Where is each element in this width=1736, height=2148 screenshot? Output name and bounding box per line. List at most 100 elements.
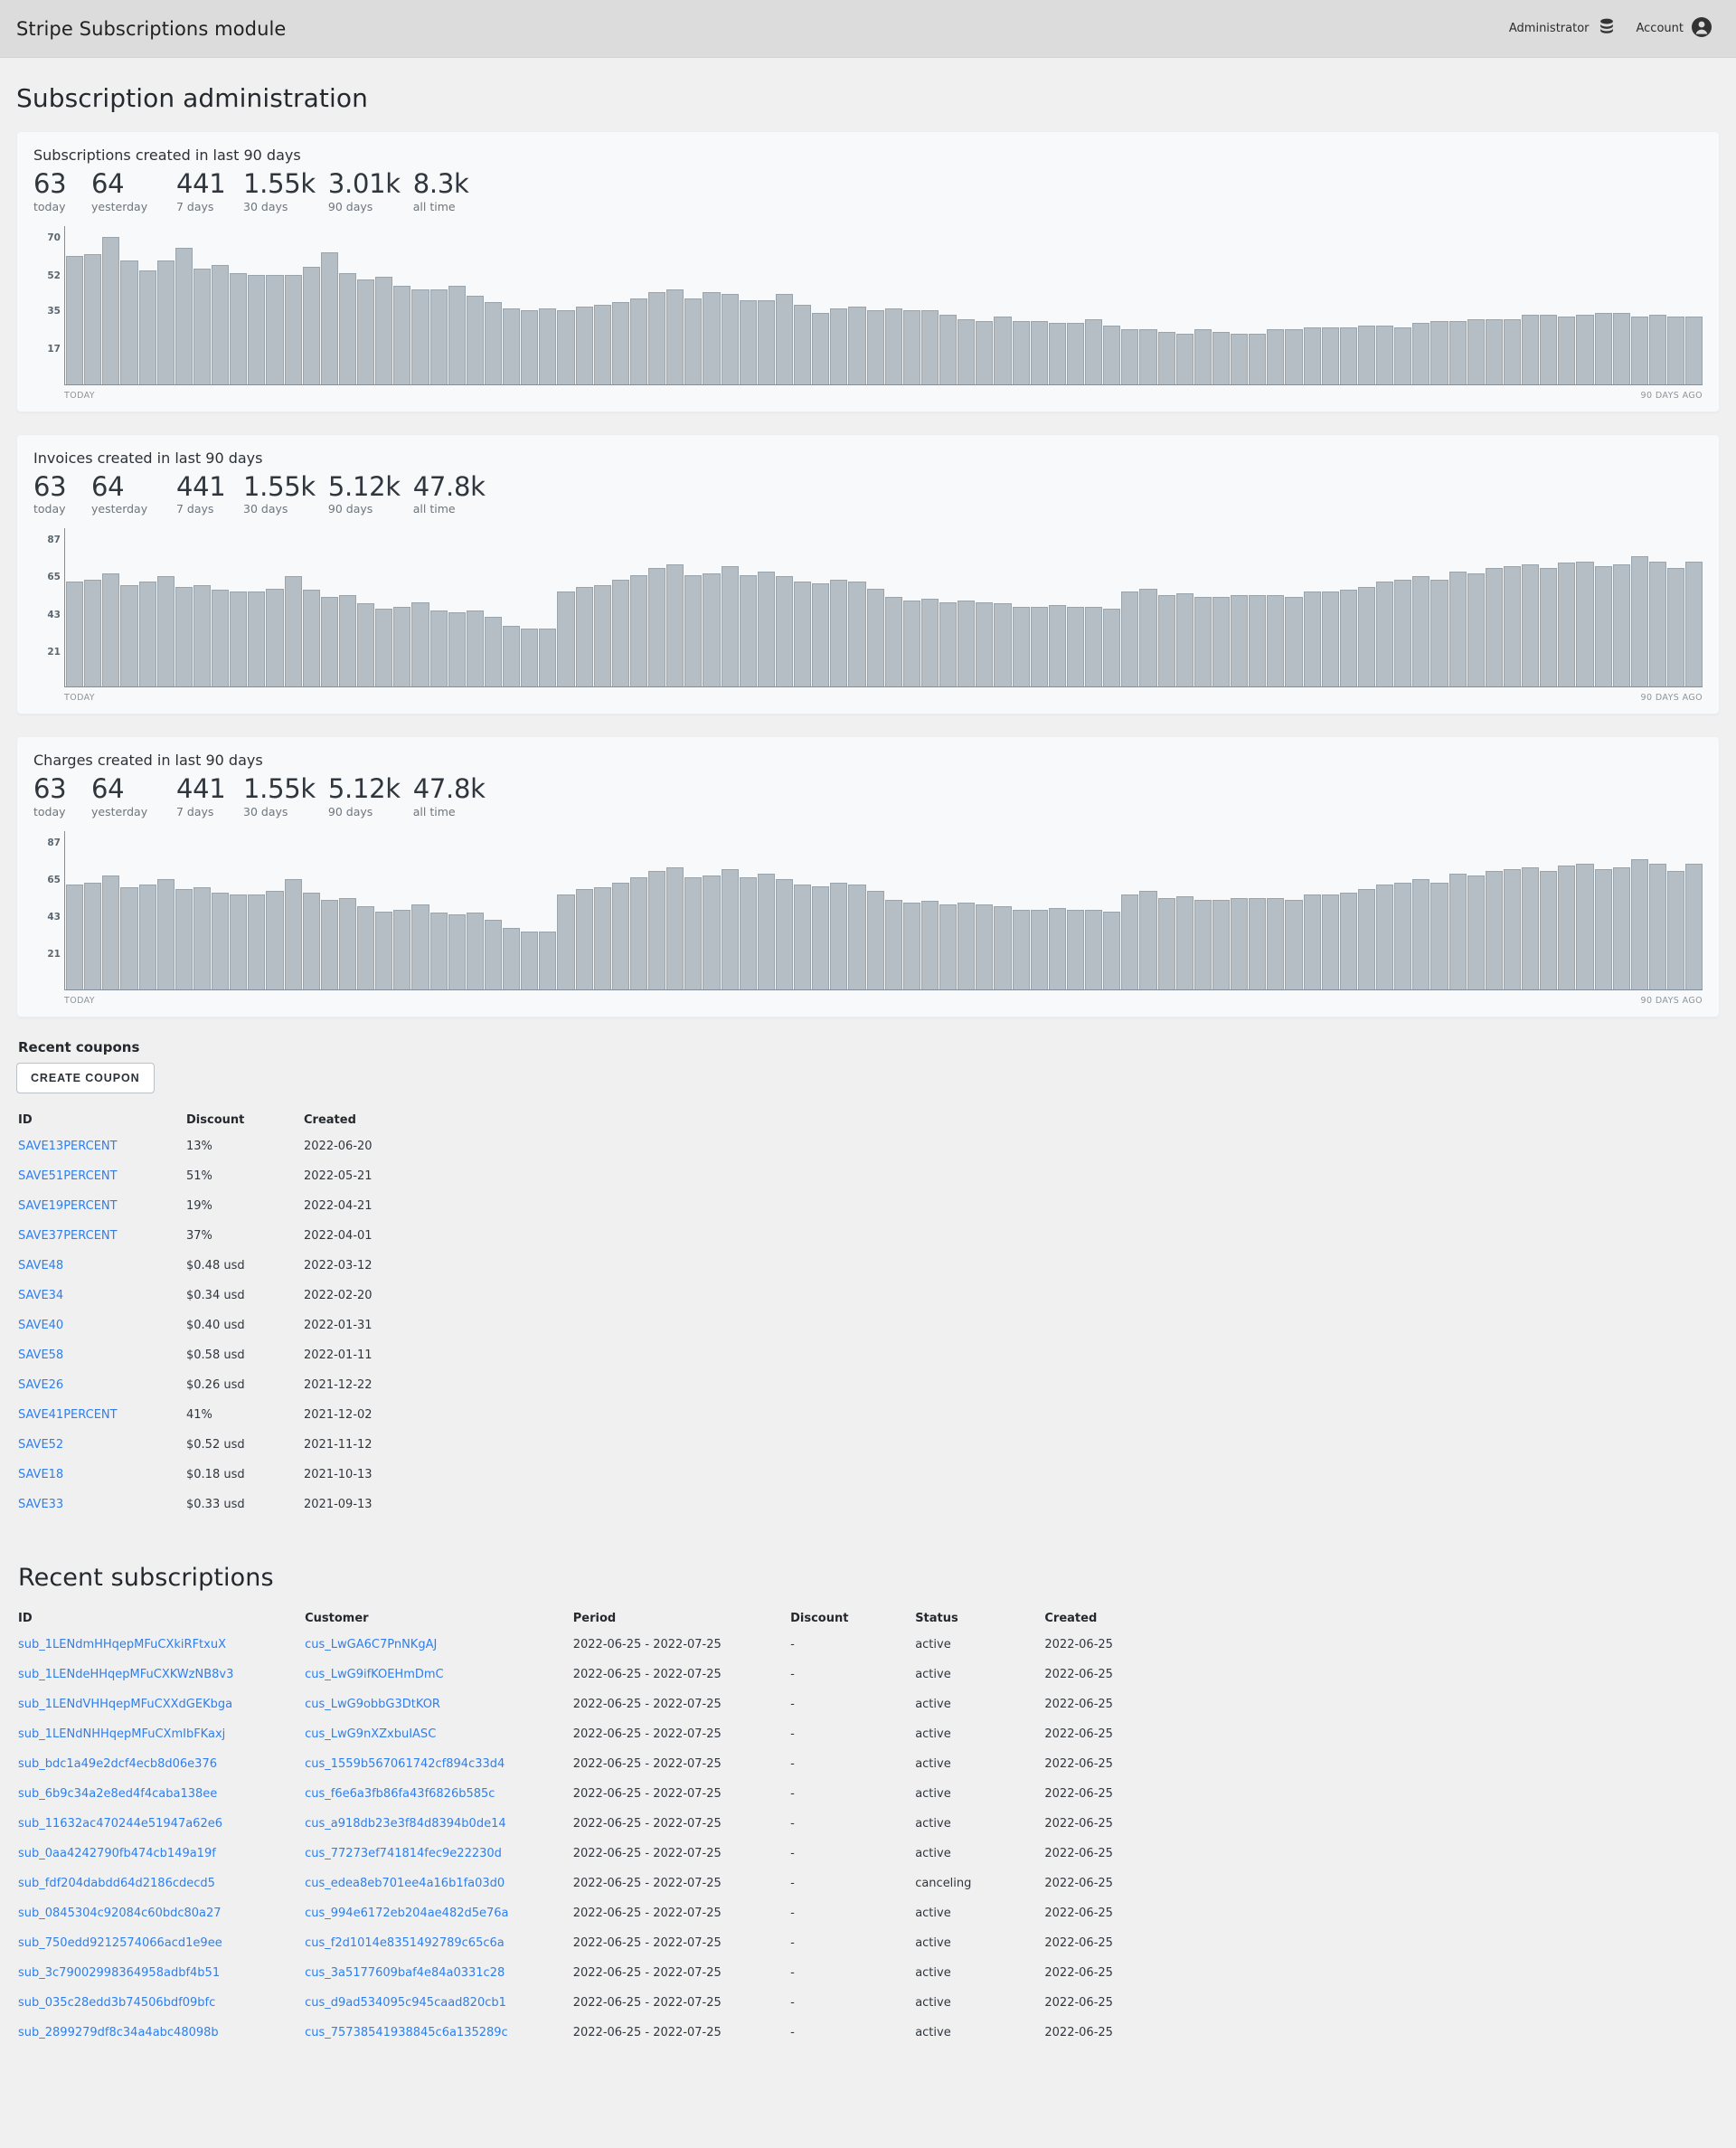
coupon-id-link[interactable]: SAVE48	[18, 1259, 63, 1273]
subscription-id-cell: sub_6b9c34a2e8ed4f4caba138ee	[18, 1787, 305, 1817]
chart-bar	[521, 932, 539, 989]
subscription-row: sub_1LENdVHHqepMFuCXXdGEKbga cus_LwG9obbG…	[18, 1698, 1230, 1727]
customer-id-link[interactable]: cus_LwGA6C7PnNKgAJ	[305, 1638, 437, 1651]
stat-block: 47.8k all time	[413, 776, 486, 819]
discount-cell: -	[790, 1935, 795, 1950]
subs-col-period: Period	[572, 1611, 617, 1625]
coupon-id-link[interactable]: SAVE33	[18, 1498, 63, 1511]
coupon-row: SAVE48 $0.48 usd 2022-03-12	[18, 1259, 524, 1289]
chart-title: Charges created in last 90 days	[33, 752, 263, 770]
chart-bar	[557, 591, 575, 687]
coupon-id-cell: SAVE40	[18, 1319, 186, 1348]
customer-id-link[interactable]: cus_LwG9ifKOEHmDmC	[305, 1668, 444, 1681]
account-menu[interactable]: Account	[1637, 16, 1713, 42]
stat-label: 90 days	[327, 199, 373, 213]
chart-bar	[338, 897, 356, 989]
subscription-id-link[interactable]: sub_3c79002998364958adbf4b51	[18, 1966, 220, 1980]
chart-bar	[1321, 894, 1339, 989]
customer-id-link[interactable]: cus_75738541938845c6a135289c	[305, 2026, 508, 2039]
chart-bar	[593, 887, 611, 989]
subscription-id-link[interactable]: sub_0aa4242790fb474cb149a19f	[18, 1847, 216, 1860]
customer-id-link[interactable]: cus_f2d1014e8351492789c65c6a	[305, 1936, 505, 1950]
chart-bar	[1430, 321, 1448, 384]
customer-id-link[interactable]: cus_3a5177609baf4e84a0331c28	[305, 1966, 505, 1980]
create-coupon-button[interactable]: CREATE COUPON	[16, 1062, 155, 1093]
chart-bar	[1576, 315, 1594, 384]
chart-bar	[284, 275, 302, 384]
coupon-id-link[interactable]: SAVE19PERCENT	[18, 1199, 118, 1213]
bar-chart	[64, 528, 1703, 688]
chart-bar	[1121, 591, 1139, 687]
chart-card: Charges created in last 90 days 63 today 64…	[16, 736, 1720, 1017]
subscription-id-link[interactable]: sub_1LENdmHHqepMFuCXkiRFtxuX	[18, 1638, 226, 1651]
chart-bar	[66, 582, 84, 687]
coupon-id-link[interactable]: SAVE40	[18, 1319, 63, 1332]
chart-bar	[593, 304, 611, 384]
subscription-row: sub_0aa4242790fb474cb149a19f cus_77273ef7…	[18, 1847, 1230, 1877]
chart-bar	[1394, 882, 1412, 989]
coupon-id-link[interactable]: SAVE58	[18, 1348, 63, 1362]
chart-bar	[230, 272, 248, 384]
coupon-id-link[interactable]: SAVE18	[18, 1468, 63, 1481]
coupon-id-link[interactable]: SAVE51PERCENT	[18, 1169, 118, 1183]
customer-id-link[interactable]: cus_994e6172eb204ae482d5e76a	[305, 1907, 508, 1920]
customer-id-link[interactable]: cus_d9ad534095c945caad820cb1	[305, 1996, 506, 2010]
chart-bar	[320, 899, 338, 989]
subscription-row: sub_0845304c92084c60bdc80a27 cus_994e6172…	[18, 1907, 1230, 1936]
chart-bar	[1103, 325, 1121, 384]
subscription-id-link[interactable]: sub_fdf204dabdd64d2186cdecd5	[18, 1877, 215, 1890]
administrator-menu[interactable]: Administrator	[1509, 17, 1617, 41]
subscription-id-cell: sub_11632ac470244e51947a62e6	[18, 1817, 305, 1847]
coupon-id-link[interactable]: SAVE37PERCENT	[18, 1229, 118, 1243]
coupon-id-link[interactable]: SAVE26	[18, 1378, 63, 1392]
chart-bar	[1339, 327, 1357, 384]
customer-id-link[interactable]: cus_77273ef741814fec9e22230d	[305, 1847, 502, 1860]
chart-bar	[666, 866, 684, 989]
chart-bar	[557, 310, 575, 384]
subscription-id-link[interactable]: sub_750edd9212574066acd1e9ee	[18, 1936, 222, 1950]
chart-bar	[1303, 327, 1321, 384]
subscription-id-link[interactable]: sub_035c28edd3b74506bdf09bfc	[18, 1996, 215, 2010]
customer-id-link[interactable]: cus_f6e6a3fb86fa43f6826b585c	[305, 1787, 495, 1801]
discount-cell: -	[790, 2025, 795, 2039]
subscription-id-cell: sub_035c28edd3b74506bdf09bfc	[18, 1996, 305, 2026]
coupon-id-link[interactable]: SAVE52	[18, 1438, 63, 1452]
coupons-col-discount: Discount	[186, 1112, 245, 1127]
customer-id-link[interactable]: cus_LwG9obbG3DtKOR	[305, 1698, 440, 1711]
subscription-id-link[interactable]: sub_1LENdeHHqepMFuCXKWzNB8v3	[18, 1668, 233, 1681]
customer-id-link[interactable]: cus_edea8eb701ee4a16b1fa03d0	[305, 1877, 505, 1890]
customer-id-link[interactable]: cus_1559b567061742cf894c33d4	[305, 1757, 505, 1771]
subscription-id-link[interactable]: sub_2899279df8c34a4abc48098b	[18, 2026, 219, 2039]
coupon-id-link[interactable]: SAVE34	[18, 1289, 63, 1302]
chart-bar	[156, 576, 175, 687]
chart-bar	[1249, 595, 1267, 687]
chart-bar	[866, 588, 884, 687]
customer-id-link[interactable]: cus_a918db23e3f84d8394b0de14	[305, 1817, 506, 1831]
coupon-row: SAVE41PERCENT 41% 2021-12-02	[18, 1408, 524, 1438]
subscription-id-link[interactable]: sub_1LENdNHHqepMFuCXmIbFKaxj	[18, 1727, 225, 1741]
subs-col-created: Created	[1044, 1611, 1098, 1625]
chart-bar	[429, 289, 448, 384]
stat-block: 8.3k all time	[413, 170, 475, 213]
subscription-id-link[interactable]: sub_1LENdVHHqepMFuCXXdGEKbga	[18, 1698, 232, 1711]
subscription-id-link[interactable]: sub_6b9c34a2e8ed4f4caba138ee	[18, 1787, 217, 1801]
coupon-discount-cell: $0.58 usd	[186, 1348, 245, 1362]
stat-block: 1.55k 30 days	[243, 170, 316, 213]
chart-bar	[939, 601, 958, 687]
coupon-id-link[interactable]: SAVE41PERCENT	[18, 1408, 118, 1422]
chart-bar	[920, 901, 939, 989]
coupon-id-link[interactable]: SAVE13PERCENT	[18, 1140, 118, 1153]
stat-label: today	[33, 804, 66, 819]
subscription-row: sub_fdf204dabdd64d2186cdecd5 cus_edea8eb7…	[18, 1877, 1230, 1907]
chart-bar	[284, 576, 302, 687]
customer-id-link[interactable]: cus_LwG9nXZxbuIASC	[305, 1727, 436, 1741]
subscription-id-link[interactable]: sub_0845304c92084c60bdc80a27	[18, 1907, 222, 1920]
chart-bar	[757, 571, 775, 687]
coupon-row: SAVE37PERCENT 37% 2022-04-01	[18, 1229, 524, 1259]
subscription-id-link[interactable]: sub_bdc1a49e2dcf4ecb8d06e376	[18, 1757, 217, 1771]
chart-bar	[1685, 561, 1703, 687]
chart-bar	[375, 911, 393, 989]
chart-bar	[958, 318, 976, 384]
subscription-id-link[interactable]: sub_11632ac470244e51947a62e6	[18, 1817, 222, 1831]
y-axis-tick: 65	[47, 875, 61, 886]
